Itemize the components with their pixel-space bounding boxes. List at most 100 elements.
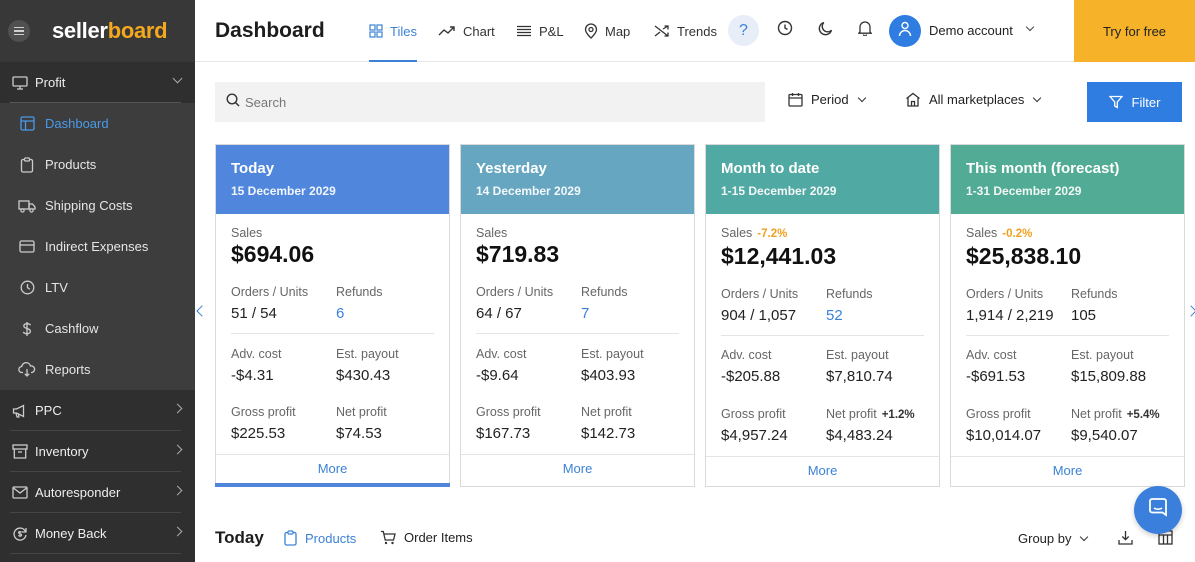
- try-for-free-button[interactable]: Try for free: [1074, 0, 1195, 62]
- tab-label: Chart: [463, 23, 495, 39]
- brand-logo-part1: seller: [52, 18, 108, 43]
- sidebar-item-products[interactable]: Products: [0, 144, 195, 185]
- tab-trends[interactable]: Trends: [654, 0, 717, 62]
- map-pin-icon: [584, 23, 598, 39]
- payout-label: Est. payout: [1071, 348, 1134, 362]
- tab-order-items[interactable]: Order Items: [380, 530, 473, 545]
- sidebar-item-reports[interactable]: Reports: [0, 349, 195, 390]
- tab-label: Tiles: [390, 23, 417, 39]
- gross-profit-value: $167.73: [476, 425, 531, 442]
- gross-profit-label: Gross profit: [966, 407, 1031, 421]
- carousel-next-icon[interactable]: [1185, 305, 1195, 317]
- card-icon: [18, 238, 36, 256]
- chat-button[interactable]: [1134, 486, 1182, 534]
- orders-label: Orders / Units: [476, 285, 554, 299]
- gross-profit-label: Gross profit: [476, 405, 541, 419]
- line-chart-icon: [438, 25, 456, 37]
- sidebar-item-shipping-costs[interactable]: Shipping Costs: [0, 185, 195, 226]
- summary-card-month-to-date[interactable]: Month to date 1-15 December 2029 Sales -7…: [705, 144, 940, 487]
- sidebar-item-ltv[interactable]: LTV: [0, 267, 195, 308]
- account-name[interactable]: Demo account: [929, 23, 1013, 38]
- card-title: This month (forecast): [966, 160, 1120, 177]
- group-by-dropdown[interactable]: Group by: [1018, 531, 1089, 546]
- summary-card-yesterday[interactable]: Yesterday 14 December 2029 Sales $719.83…: [460, 144, 695, 487]
- filter-button[interactable]: Filter: [1087, 82, 1182, 122]
- download-icon[interactable]: [1118, 530, 1133, 545]
- net-change-badge: +5.4%: [1126, 409, 1160, 421]
- marketplaces-dropdown[interactable]: All marketplaces: [905, 92, 1042, 107]
- card-title: Yesterday: [476, 160, 547, 177]
- marketplaces-label: All marketplaces: [929, 92, 1025, 107]
- clock-icon: [18, 279, 36, 297]
- period-dropdown[interactable]: Period: [788, 92, 866, 107]
- summary-card-today[interactable]: Today 15 December 2029 Sales $694.06 Ord…: [215, 144, 450, 487]
- history-button[interactable]: [769, 15, 800, 46]
- sidebar-item-dashboard[interactable]: Dashboard: [0, 103, 195, 144]
- more-link[interactable]: More: [706, 463, 939, 478]
- card-date: 14 December 2029: [476, 184, 581, 198]
- gross-profit-value: $225.53: [231, 425, 286, 442]
- carousel-prev-icon[interactable]: [196, 305, 208, 317]
- net-profit-label: Net profit: [336, 405, 387, 419]
- search-input[interactable]: [245, 94, 745, 110]
- tab-label: P&L: [539, 23, 564, 39]
- card-title: Month to date: [721, 160, 820, 177]
- page-title: Dashboard: [215, 19, 325, 42]
- menu-icon[interactable]: [8, 20, 30, 42]
- tab-products[interactable]: Products: [284, 530, 356, 546]
- sidebar-section-money-back[interactable]: Money Back: [0, 513, 195, 554]
- sidebar-item-indirect-expenses[interactable]: Indirect Expenses: [0, 226, 195, 267]
- more-link[interactable]: More: [951, 463, 1184, 478]
- sales-label: Sales -7.2%: [721, 226, 788, 240]
- sidebar-section-inventory[interactable]: Inventory: [0, 431, 195, 472]
- summary-card-forecast[interactable]: This month (forecast) 1-31 December 2029…: [950, 144, 1185, 487]
- more-link[interactable]: More: [461, 461, 694, 476]
- tab-label: Map: [605, 23, 631, 39]
- tab-pnl[interactable]: P&L: [516, 0, 564, 62]
- sidebar-section-label: PPC: [35, 403, 62, 418]
- list-icon: [516, 25, 532, 37]
- tab-map[interactable]: Map: [584, 0, 630, 62]
- avatar[interactable]: [889, 15, 921, 47]
- net-profit-value: $9,540.07: [1071, 427, 1138, 444]
- sales-value: $25,838.10: [966, 243, 1082, 269]
- payout-label: Est. payout: [336, 347, 399, 361]
- divider: [966, 335, 1169, 336]
- orders-value: 904 / 1,057: [721, 307, 797, 324]
- sidebar-item-cashflow[interactable]: Cashflow: [0, 308, 195, 349]
- truck-icon: [18, 197, 36, 215]
- payout-label: Est. payout: [581, 347, 644, 361]
- sidebar-section-autoresponder[interactable]: Autoresponder: [0, 472, 195, 513]
- sidebar-section-ppc[interactable]: PPC: [0, 390, 195, 431]
- layout-icon: [18, 115, 36, 133]
- sidebar-section-label: Money Back: [35, 526, 107, 541]
- sidebar-section-label: Profit: [35, 75, 66, 90]
- clipboard-icon: [18, 156, 36, 174]
- refunds-link[interactable]: 7: [581, 305, 589, 322]
- more-link[interactable]: More: [216, 461, 449, 476]
- divider: [231, 333, 434, 334]
- top-header: Dashboard Tiles Chart P&L Map Trends ? D…: [195, 0, 1195, 62]
- notifications-button[interactable]: [849, 15, 880, 46]
- sidebar-section-profit[interactable]: Profit: [0, 62, 195, 103]
- net-profit-label: Net profit: [581, 405, 632, 419]
- payout-value: $7,810.74: [826, 368, 893, 385]
- refunds-link[interactable]: 52: [826, 307, 843, 324]
- chevron-down-icon: [1033, 93, 1042, 102]
- dark-mode-button[interactable]: [810, 15, 841, 46]
- divider: [721, 335, 924, 336]
- net-profit-value: $142.73: [581, 425, 636, 442]
- brand-logo[interactable]: sellerboard: [52, 18, 168, 44]
- help-button[interactable]: ?: [728, 15, 759, 46]
- bell-icon: [856, 20, 873, 41]
- tab-tiles[interactable]: Tiles: [369, 0, 417, 62]
- payout-value: $15,809.88: [1071, 368, 1147, 385]
- sales-value: $719.83: [476, 241, 560, 267]
- dollar-icon: [18, 320, 36, 338]
- tab-chart[interactable]: Chart: [438, 0, 495, 62]
- refunds-link[interactable]: 6: [336, 305, 344, 322]
- sidebar-section-label: Autoresponder: [35, 485, 121, 500]
- card-date: 1-31 December 2029: [966, 184, 1082, 198]
- sales-change-badge: -7.2%: [757, 228, 788, 240]
- chevron-down-icon[interactable]: [1025, 22, 1035, 32]
